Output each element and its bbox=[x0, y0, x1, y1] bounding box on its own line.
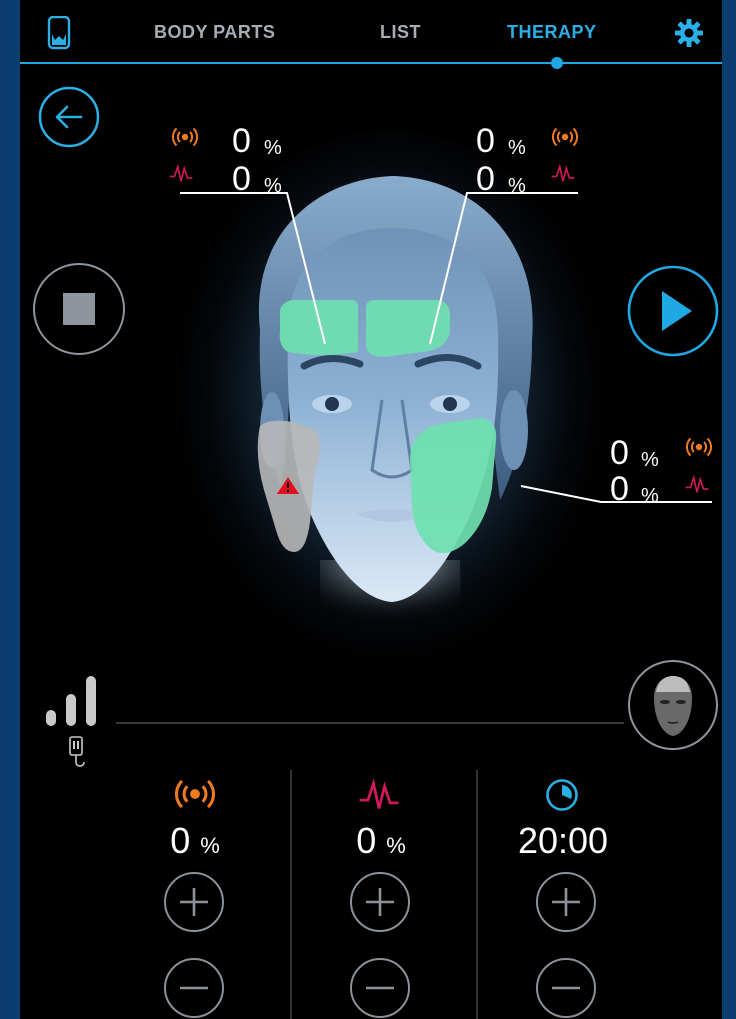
vibration-icon bbox=[552, 127, 578, 147]
therapy-screen: BODY PARTS LIST THERAPY 0 % 0 % 0 % 0 % … bbox=[20, 0, 722, 1019]
forehead-left-pulse-value: 0 bbox=[232, 160, 251, 198]
cheek-right-pulse-unit: % bbox=[641, 485, 659, 507]
pulse-level-unit: % bbox=[386, 833, 406, 858]
pulse-decrease-button[interactable] bbox=[350, 958, 410, 1018]
zone-forehead-left[interactable] bbox=[279, 300, 358, 355]
forehead-right-pulse-value: 0 bbox=[476, 160, 495, 198]
vibration-level-value: 0 bbox=[170, 820, 191, 861]
signal-strength-icon bbox=[46, 676, 96, 726]
face-map-button[interactable] bbox=[626, 658, 720, 752]
clock-icon bbox=[546, 779, 578, 811]
forehead-left-pulse-unit: % bbox=[264, 175, 282, 197]
column-divider bbox=[290, 770, 292, 1019]
forehead-right-vibration-value: 0 bbox=[476, 122, 495, 160]
vibration-increase-button[interactable] bbox=[164, 872, 224, 932]
vibration-icon bbox=[686, 437, 712, 457]
cheek-right-vibration-value: 0 bbox=[610, 434, 629, 472]
electrode-plug-icon bbox=[69, 736, 85, 767]
forehead-left-vibration-value: 0 bbox=[232, 122, 251, 160]
pulse-level-value: 0 bbox=[356, 820, 377, 861]
forehead-left-vibration-unit: % bbox=[264, 137, 282, 159]
pulse-icon bbox=[169, 163, 193, 182]
cheek-right-pulse-value: 0 bbox=[610, 470, 629, 508]
pulse-icon bbox=[685, 474, 709, 493]
pulse-increase-button[interactable] bbox=[350, 872, 410, 932]
vibration-level: 0 % bbox=[150, 820, 240, 862]
column-divider bbox=[476, 770, 478, 1019]
pulse-icon bbox=[359, 778, 399, 809]
pulse-icon bbox=[551, 163, 575, 182]
timer-increase-button[interactable] bbox=[536, 872, 596, 932]
vibration-level-unit: % bbox=[200, 833, 220, 858]
vibration-icon bbox=[172, 127, 198, 147]
forehead-right-vibration-unit: % bbox=[508, 137, 526, 159]
vibration-decrease-button[interactable] bbox=[164, 958, 224, 1018]
cheek-right-vibration-unit: % bbox=[641, 449, 659, 471]
section-divider bbox=[116, 722, 624, 724]
timer-value: 20:00 bbox=[517, 820, 609, 861]
timer-decrease-button[interactable] bbox=[536, 958, 596, 1018]
forehead-right-pulse-unit: % bbox=[508, 175, 526, 197]
face-illustration bbox=[160, 130, 712, 710]
vibration-icon bbox=[175, 779, 215, 809]
pulse-level: 0 % bbox=[336, 820, 426, 862]
